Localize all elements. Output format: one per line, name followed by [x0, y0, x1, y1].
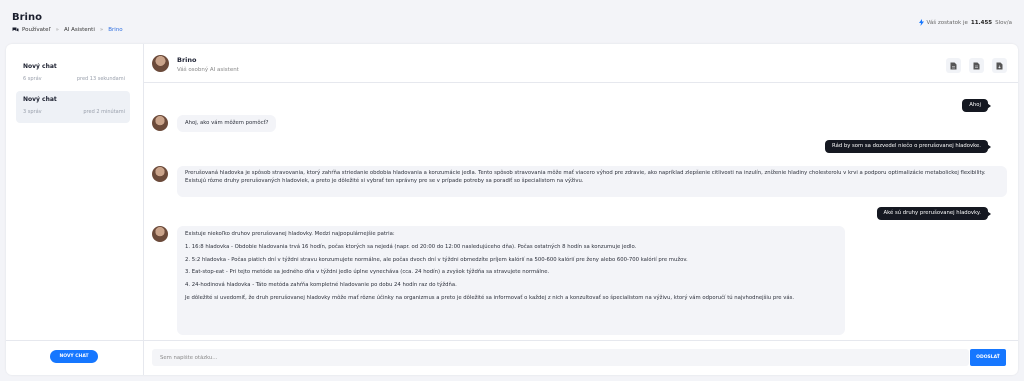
sidebar-footer: NOVÝ CHAT: [6, 340, 143, 375]
message-paragraph: 3. Eat-stop-eat - Pri tejto metóde sa je…: [185, 269, 550, 276]
chat-list-item[interactable]: Nový chat 6 správ pred 13 sekundami: [16, 58, 130, 90]
bot-message-long: Existuje niekoľko druhov prerušovanej hl…: [177, 226, 845, 335]
breadcrumb: Používateľ » AI Asistenti » Brino: [12, 27, 123, 33]
breadcrumb-item-current: Brino: [108, 27, 123, 33]
chat-main: Brino Váš osobný AI asistent Ahoj Ahoj, …: [144, 44, 1018, 375]
user-message: Aké sú druhy prerušovanej hladovky.: [876, 207, 992, 220]
bot-subtitle: Váš osobný AI asistent: [177, 67, 239, 73]
message-paragraph: 2. 5:2 hladovka - Počas piatich dní v tý…: [185, 256, 688, 263]
bot-avatar: [152, 115, 168, 131]
chat-timestamp: pred 13 sekundami: [76, 76, 125, 82]
bot-avatar: [152, 55, 169, 72]
message-paragraph: 4. 24-hodinová hladovka - Táto metóda za…: [185, 282, 457, 289]
breadcrumb-item-user[interactable]: Používateľ: [22, 27, 51, 33]
chat-bubbles-icon: [12, 27, 19, 32]
credit-prefix: Váš zostatok je: [926, 19, 968, 26]
bot-avatar: [152, 226, 168, 242]
new-chat-button[interactable]: NOVÝ CHAT: [50, 350, 98, 363]
credit-suffix: Slov/a: [995, 19, 1012, 26]
chat-header: Brino Váš osobný AI asistent: [144, 44, 1018, 83]
chat-sidebar: Nový chat 6 správ pred 13 sekundami Nový…: [6, 44, 144, 375]
chat-message-count: 3 správ: [23, 109, 42, 115]
lightning-icon: [918, 19, 924, 26]
chat-message-count: 6 správ: [23, 76, 42, 82]
credit-balance: Váš zostatok je 11.455 Slov/a: [918, 19, 1012, 26]
breadcrumb-separator: »: [99, 27, 104, 33]
chat-card: Nový chat 6 správ pred 13 sekundami Nový…: [6, 44, 1018, 375]
export-txt-button[interactable]: [946, 58, 961, 73]
top-bar: Brino Používateľ » AI Asistenti » Brino …: [0, 0, 1024, 44]
chat-title: Nový chat: [23, 63, 57, 70]
page-title: Brino: [12, 12, 42, 23]
bot-message-text: Ahoj, ako vám môžem pomôcť?: [177, 115, 277, 132]
chat-list-item-active[interactable]: Nový chat 3 správ pred 2 minútami: [16, 91, 130, 123]
breadcrumb-separator: »: [55, 27, 59, 33]
bot-avatar: [152, 166, 168, 182]
user-message: Ahoj: [962, 99, 991, 112]
message-paragraph: Je dôležité si uvedomiť, že druh prerušo…: [185, 294, 795, 301]
bot-name: Brino: [177, 56, 197, 64]
file-icon: [950, 62, 957, 69]
breadcrumb-item-assistants[interactable]: AI Asistenti: [64, 27, 95, 33]
export-doc-button[interactable]: [969, 58, 984, 73]
composer: ODOSLAŤ: [144, 340, 1018, 375]
user-message: Rád by som sa dozvedel niečo o prerušova…: [825, 140, 991, 153]
message-input[interactable]: [152, 349, 969, 366]
document-icon: [973, 62, 980, 69]
message-list: Ahoj Ahoj, ako vám môžem pomôcť? Rád by …: [144, 83, 1018, 341]
message-paragraph: Existuje niekoľko druhov prerušovanej hl…: [185, 231, 395, 237]
bot-message-text: Prerušovaná hladovka je spôsob stravovan…: [177, 166, 1007, 197]
send-button[interactable]: ODOSLAŤ: [970, 349, 1006, 366]
export-icon: [996, 62, 1003, 69]
chat-timestamp: pred 2 minútami: [83, 109, 125, 115]
chat-title: Nový chat: [23, 96, 57, 103]
credit-value: 11.455: [970, 19, 993, 26]
export-pdf-button[interactable]: [992, 58, 1007, 73]
message-paragraph: 1. 16:8 hladovka - Obdobie hladovania tr…: [185, 243, 637, 250]
